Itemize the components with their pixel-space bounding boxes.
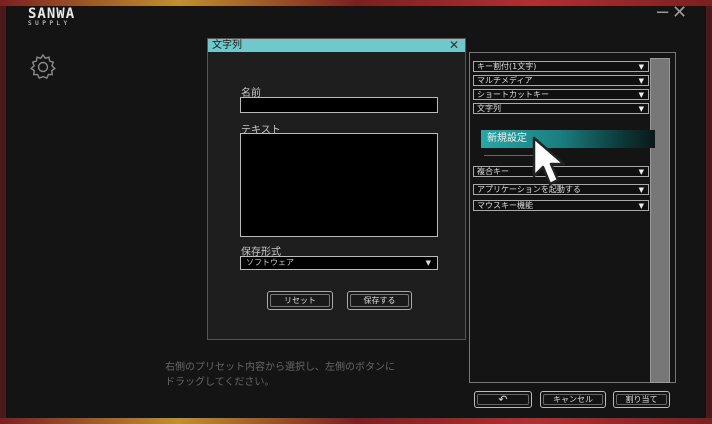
text-input[interactable] [240, 133, 438, 237]
preset-item-label: ショートカットキー [477, 90, 549, 99]
undo-button[interactable]: ↶ [474, 391, 532, 408]
preset-panel [469, 52, 676, 383]
preset-item-label: 複合キー [477, 167, 509, 176]
preset-item-label: マルチメディア [477, 76, 533, 85]
cancel-button[interactable]: キャンセル [540, 391, 606, 408]
window-frame-bottom [0, 418, 712, 424]
reset-button[interactable]: リセット [267, 291, 333, 310]
preset-item-shortcut[interactable]: ショートカットキー ▼ [473, 89, 649, 100]
preset-item-label: 文字列 [477, 104, 501, 113]
format-select[interactable]: ソフトウェア ▼ [240, 256, 438, 270]
close-button[interactable]: ✕ [672, 4, 687, 22]
format-select-value: ソフトウェア [246, 258, 294, 267]
hint-line-2: ドラッグしてください。 [165, 377, 275, 388]
assign-button[interactable]: 割り当て [613, 391, 670, 408]
dropdown-arrow-icon: ▼ [638, 77, 644, 85]
dropdown-arrow-icon: ▼ [638, 202, 644, 210]
hint-line-1: 右側のプリセット内容から選択し、左側のボタンに [165, 362, 395, 373]
dropdown-arrow-icon: ▼ [638, 91, 644, 99]
dialog-close-button[interactable]: ✕ [449, 39, 459, 52]
sanwa-logo: SANWA SUPPLY [28, 6, 74, 27]
gear-icon[interactable] [28, 52, 58, 82]
minimize-button[interactable]: − [655, 4, 670, 22]
preset-item-multimedia[interactable]: マルチメディア ▼ [473, 75, 649, 86]
dialog-titlebar[interactable]: 文字列 ✕ [208, 39, 465, 52]
hint-text: 右側のプリセット内容から選択し、左側のボタンに ドラッグしてください。 [165, 360, 445, 390]
preset-item-label: マウスキー機能 [477, 201, 533, 210]
dropdown-arrow-icon: ▼ [425, 259, 431, 267]
preset-item-label: キー割付(1文字) [477, 62, 537, 71]
dialog-title: 文字列 [212, 40, 242, 51]
preset-item-key-assign[interactable]: キー割付(1文字) ▼ [473, 61, 649, 72]
dropdown-arrow-icon: ▼ [638, 186, 644, 194]
save-button[interactable]: 保存する [347, 291, 412, 310]
divider [484, 155, 534, 156]
dropdown-arrow-icon: ▼ [638, 63, 644, 71]
preset-item-string[interactable]: 文字列 ▼ [473, 103, 649, 114]
mouse-cursor-icon [532, 136, 566, 186]
name-input[interactable] [240, 97, 438, 113]
preset-scrollbar[interactable] [650, 58, 670, 383]
dropdown-arrow-icon: ▼ [638, 168, 644, 176]
dropdown-arrow-icon: ▼ [638, 105, 644, 113]
logo-sub-text: SUPPLY [28, 20, 71, 27]
preset-item-mouse-key[interactable]: マウスキー機能 ▼ [473, 200, 649, 211]
